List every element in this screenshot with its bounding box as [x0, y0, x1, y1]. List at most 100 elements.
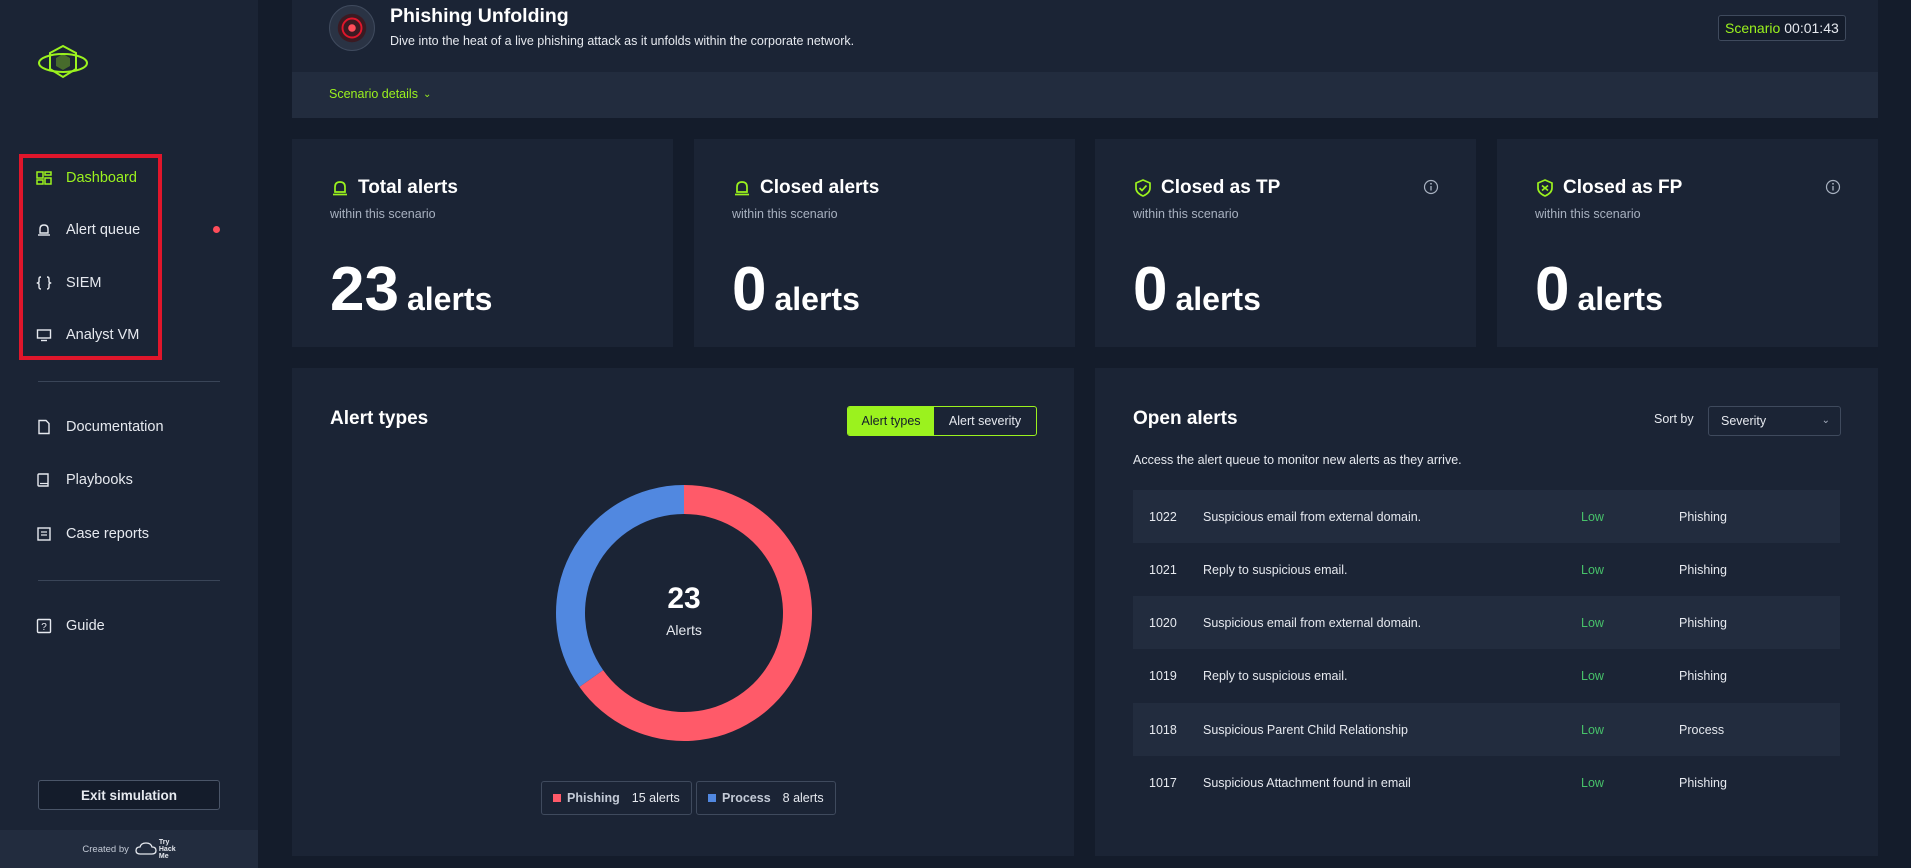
sidebar-item-siem[interactable]: SIEM [36, 268, 226, 298]
scenario-timer: Scenario 00:01:43 [1718, 15, 1846, 41]
alert-id: 1017 [1149, 775, 1177, 790]
alert-type: Phishing [1679, 562, 1727, 577]
alert-bell-icon [36, 222, 52, 238]
stat-subtitle: within this scenario [330, 207, 436, 221]
alert-type: Phishing [1679, 615, 1727, 630]
alert-severity: Low [1581, 668, 1604, 683]
stat-title: Closed as FP [1563, 177, 1683, 198]
stat-value: 23 [330, 255, 399, 324]
document-icon [36, 419, 52, 435]
exit-simulation-button[interactable]: Exit simulation [38, 780, 220, 810]
info-icon[interactable] [1423, 179, 1439, 195]
timer-value: 00:01:43 [1784, 20, 1839, 36]
sidebar-item-label: Case reports [66, 526, 150, 542]
alert-type: Phishing [1679, 509, 1727, 524]
alert-bell-icon [330, 178, 350, 198]
alert-types-donut-chart: 23 Alerts [556, 485, 812, 741]
stat-title: Closed alerts [760, 177, 880, 198]
scenario-avatar [329, 5, 375, 51]
chevron-down-icon: ⌄ [1821, 415, 1830, 426]
scenario-details-label: Scenario details [329, 87, 418, 101]
sidebar-item-label: Analyst VM [66, 327, 140, 343]
sidebar-item-dashboard[interactable]: Dashboard [36, 163, 226, 193]
alert-id: 1021 [1149, 562, 1177, 577]
timer-label: Scenario [1725, 20, 1781, 36]
table-row[interactable]: 1018 Suspicious Parent Child Relationshi… [1133, 703, 1840, 756]
scenario-description: Dive into the heat of a live phishing at… [390, 34, 855, 48]
monitor-icon [36, 327, 52, 343]
table-row[interactable]: 1020 Suspicious email from external doma… [1133, 596, 1840, 649]
alert-type: Phishing [1679, 668, 1727, 683]
section-title: Alert types [330, 408, 429, 429]
brand-line: Try [158, 838, 170, 846]
alert-title: Reply to suspicious email. [1203, 668, 1348, 683]
stat-unit: alerts [406, 281, 493, 317]
table-row[interactable]: 1022 Suspicious email from external doma… [1133, 490, 1840, 543]
sidebar-item-label: Guide [66, 618, 105, 634]
toggle-alert-types[interactable]: Alert types [848, 407, 935, 435]
legend-name: Process [722, 791, 771, 805]
report-icon [36, 526, 52, 542]
logo-icon[interactable] [36, 42, 90, 84]
tryhackme-logo[interactable]: Try Hack Me [135, 839, 176, 860]
info-icon[interactable] [1825, 179, 1841, 195]
alert-id: 1019 [1149, 668, 1177, 683]
sidebar-item-label: Documentation [66, 419, 164, 435]
sidebar-item-alert-queue[interactable]: Alert queue [36, 215, 226, 245]
sidebar-item-documentation[interactable]: Documentation [36, 412, 226, 442]
created-by-label: Created by [82, 843, 129, 855]
brand-line: Hack [158, 845, 176, 853]
help-icon: ? [36, 618, 52, 634]
chevron-down-icon: ⌄ [422, 88, 432, 100]
svg-text:?: ? [41, 622, 47, 633]
stat-card-closed-as-tp: Closed as TP within this scenario 0 aler… [1095, 139, 1476, 347]
stat-value: 0 [1133, 255, 1168, 324]
dashboard-icon [36, 170, 52, 186]
stat-value: 0 [1535, 255, 1570, 324]
page-title: Phishing Unfolding [390, 5, 569, 27]
sidebar-divider [38, 381, 220, 382]
book-icon [36, 472, 52, 488]
sort-label: Sort by [1654, 412, 1694, 426]
stat-unit: alerts [774, 281, 860, 317]
scenario-details-toggle[interactable]: Scenario details ⌄ [329, 87, 431, 101]
alert-severity: Low [1581, 615, 1604, 630]
table-row[interactable]: 1021 Reply to suspicious email. Low Phis… [1133, 543, 1840, 596]
created-by-footer: Created by Try Hack Me [0, 830, 258, 868]
sidebar-item-case-reports[interactable]: Case reports [36, 519, 226, 549]
sidebar-item-label: SIEM [66, 275, 102, 291]
toggle-alert-severity[interactable]: Alert severity [934, 407, 1036, 435]
legend-item-phishing[interactable]: Phishing 15 alerts [541, 781, 692, 815]
cloud-icon [135, 842, 157, 855]
stat-title: Closed as TP [1161, 177, 1281, 198]
alert-id: 1020 [1149, 615, 1177, 630]
legend-name: Phishing [567, 791, 620, 805]
sidebar-item-label: Playbooks [66, 472, 133, 488]
table-row[interactable]: 1019 Reply to suspicious email. Low Phis… [1133, 649, 1840, 702]
scenario-details-bar [292, 72, 1878, 118]
legend-count: 15 alerts [631, 791, 680, 805]
sort-select[interactable]: Severity ⌄ [1708, 406, 1841, 436]
shield-check-icon [1133, 178, 1153, 198]
table-row[interactable]: 1017 Suspicious Attachment found in emai… [1133, 756, 1840, 809]
sidebar-item-playbooks[interactable]: Playbooks [36, 465, 226, 495]
sidebar-item-label: Dashboard [66, 170, 137, 186]
stat-card-closed-as-fp: Closed as FP within this scenario 0 aler… [1497, 139, 1878, 347]
legend-count: 8 alerts [782, 791, 824, 805]
alert-type: Phishing [1679, 775, 1727, 790]
braces-icon [36, 275, 52, 291]
sort-value: Severity [1721, 414, 1767, 428]
legend-swatch [553, 794, 561, 802]
sidebar-item-guide[interactable]: ? Guide [36, 611, 226, 641]
donut-total: 23 [667, 582, 700, 615]
sidebar-item-analyst-vm[interactable]: Analyst VM [36, 320, 226, 350]
alert-title: Suspicious Attachment found in email [1203, 775, 1411, 790]
alert-severity: Low [1581, 562, 1604, 577]
scenario-header: Phishing Unfolding Dive into the heat of… [292, 0, 1878, 118]
stat-card-closed-alerts: Closed alerts within this scenario 0 ale… [694, 139, 1075, 347]
shield-x-icon [1535, 178, 1555, 198]
sidebar-item-label: Alert queue [66, 222, 141, 238]
legend-item-process[interactable]: Process 8 alerts [696, 781, 836, 815]
alert-bell-icon [732, 178, 752, 198]
donut-slice-process[interactable] [556, 485, 684, 687]
